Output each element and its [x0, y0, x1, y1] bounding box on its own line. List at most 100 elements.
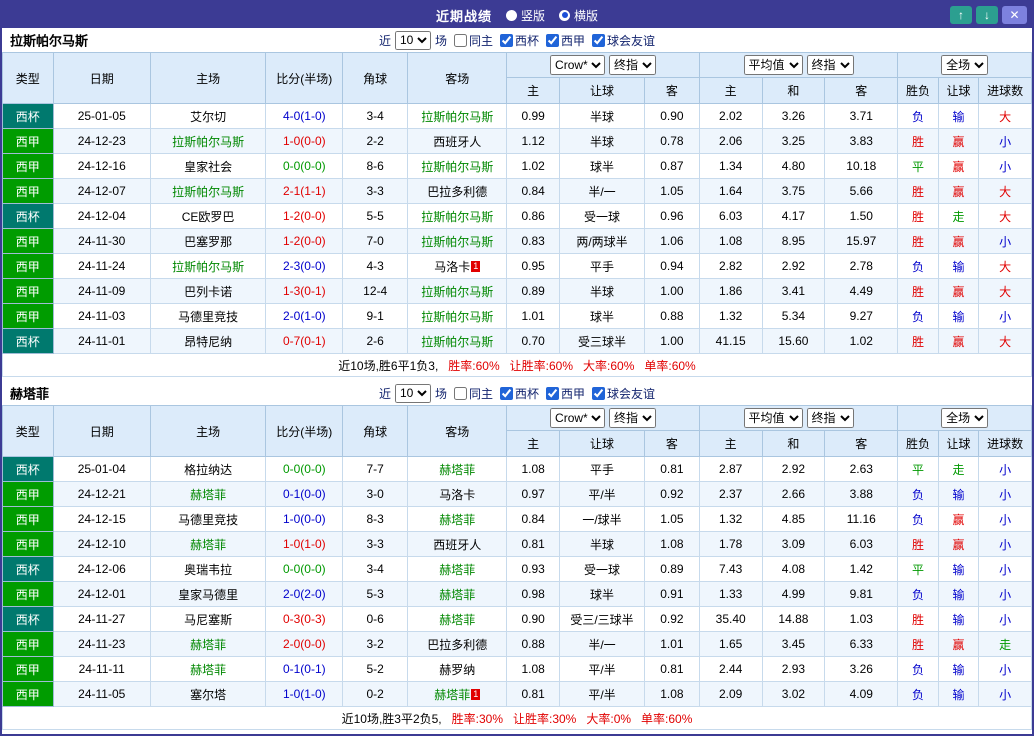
away-team-cell: 巴拉多利德 [407, 178, 508, 204]
odds-group-header: 全场 [897, 405, 1032, 431]
sub-column-header: 胜负 [897, 430, 939, 457]
sub-column-header: 胜负 [897, 77, 939, 104]
filter-checkbox-input[interactable] [592, 33, 606, 47]
sub-column-header: 让球 [558, 430, 646, 457]
layout-radio-vertical[interactable]: 竖版 [505, 7, 545, 24]
close-button[interactable]: ✕ [1002, 6, 1027, 24]
away-team-cell: 赫罗纳 [407, 656, 508, 682]
sub-column-header: 让球 [558, 77, 646, 104]
goals-result-cell: 大 [978, 278, 1032, 304]
avg-home-odds: 1.78 [698, 531, 763, 557]
league-cell: 西甲 [2, 278, 54, 304]
home-team-cell: 拉斯帕尔马斯 [149, 253, 267, 279]
scope-select[interactable]: 全场 [941, 408, 989, 428]
avg-away-odds: 3.88 [824, 481, 899, 507]
filter-checkbox-2[interactable]: 西甲 [546, 385, 585, 402]
filter-checkbox-input[interactable] [546, 386, 560, 400]
match-row: 西甲 24-11-11 赫塔菲 0-1(0-1) 5-2 赫罗纳 1.08 平/半 0.81 2.… [2, 656, 1032, 682]
handicap-home-odds: 0.70 [506, 328, 560, 354]
sub-column-header: 和 [761, 77, 826, 104]
score-cell: 0-0(0-0) [265, 153, 344, 179]
final-odds-select[interactable]: 终指 [806, 408, 854, 428]
radio-vertical-label: 竖版 [520, 8, 545, 23]
handicap-line: 两/两球半 [558, 228, 646, 254]
move-down-button[interactable]: ↓ [976, 6, 998, 24]
goals-result-cell: 小 [978, 556, 1032, 582]
titlebar-buttons: ↑ ↓ ✕ [950, 6, 1027, 24]
filter-checkbox-input[interactable] [453, 33, 467, 47]
final-odds-select[interactable]: 终指 [609, 55, 657, 75]
handicap-line: 受三/三球半 [558, 606, 646, 632]
recent-count-select[interactable]: 10 [394, 383, 431, 403]
corners-cell: 5-3 [342, 581, 409, 607]
filter-checkbox-0[interactable]: 同主 [453, 32, 493, 49]
avg-draw-odds: 4.99 [761, 581, 826, 607]
handicap-away-odds: 1.00 [644, 278, 700, 304]
average-select[interactable]: 平均值 [743, 408, 803, 428]
date-cell: 24-11-09 [52, 278, 151, 304]
date-cell: 24-12-06 [52, 556, 151, 582]
handicap-away-odds: 1.05 [644, 178, 700, 204]
score-cell: 0-3(0-3) [265, 606, 344, 632]
date-cell: 24-12-04 [52, 203, 151, 229]
move-up-button[interactable]: ↑ [950, 6, 972, 24]
team-name-text: 拉斯帕尔马斯 [421, 334, 494, 349]
handicap-line: 受一球 [558, 556, 646, 582]
result-cell: 平 [897, 153, 939, 179]
away-team-cell: 西班牙人 [407, 128, 508, 154]
layout-radio-horizontal[interactable]: 横版 [559, 7, 598, 24]
match-row: 西杯 24-12-06 奥瑞韦拉 0-0(0-0) 3-4 赫塔菲 0.93 受一球 0.89 7… [2, 556, 1032, 582]
filter-checkbox-input[interactable] [500, 33, 513, 47]
filter-checkbox-3[interactable]: 球会友谊 [592, 385, 655, 402]
result-cell: 负 [897, 681, 939, 707]
avg-away-odds: 15.97 [824, 228, 899, 254]
filter-checkbox-0[interactable]: 同主 [453, 385, 493, 402]
result-cell: 胜 [897, 606, 939, 632]
score-cell: 1-3(0-1) [265, 278, 344, 304]
bookmaker-select[interactable]: Crow* [550, 55, 606, 75]
final-odds-select[interactable]: 终指 [806, 55, 854, 75]
filter-checkbox-input[interactable] [546, 33, 560, 47]
handicap-away-odds: 0.87 [644, 153, 700, 179]
team-name-text: 赫塔菲 [439, 587, 476, 602]
result-cell: 负 [897, 481, 939, 507]
date-cell: 24-11-05 [52, 681, 151, 707]
filter-checkbox-1[interactable]: 西杯 [500, 385, 539, 402]
score-cell: 0-0(0-0) [265, 556, 344, 582]
result-cell: 胜 [897, 631, 939, 657]
final-odds-select[interactable]: 终指 [609, 408, 657, 428]
column-header: 类型 [2, 52, 54, 104]
filter-checkbox-input[interactable] [453, 386, 467, 400]
filter-checkbox-3[interactable]: 球会友谊 [592, 32, 655, 49]
team-name-text: 拉斯帕尔马斯 [421, 309, 494, 324]
recent-count-select[interactable]: 10 [394, 30, 431, 50]
avg-draw-odds: 4.80 [761, 153, 826, 179]
filter-checkbox-input[interactable] [500, 386, 513, 400]
goals-result-cell: 小 [978, 681, 1032, 707]
team-name-text: 拉斯帕尔马斯 [421, 159, 494, 174]
avg-home-odds: 1.65 [698, 631, 763, 657]
handicap-line: 一/球半 [558, 506, 646, 532]
handicap-result-cell: 赢 [937, 328, 980, 354]
result-cell: 胜 [897, 278, 939, 304]
average-select[interactable]: 平均值 [743, 55, 803, 75]
scope-select[interactable]: 全场 [941, 55, 989, 75]
corners-cell: 7-0 [342, 228, 409, 254]
summary-stat: 胜率:30% [451, 711, 503, 726]
league-cell: 西甲 [2, 506, 54, 532]
corners-cell: 3-3 [342, 178, 409, 204]
score-cell: 2-0(2-0) [265, 581, 344, 607]
filter-checkbox-1[interactable]: 西杯 [500, 32, 539, 49]
away-team-cell: 拉斯帕尔马斯 [407, 228, 508, 254]
home-team-cell: 塞尔塔 [149, 681, 267, 707]
home-team-cell: 拉斯帕尔马斯 [149, 128, 267, 154]
handicap-result-cell: 输 [937, 606, 980, 632]
filter-checkbox-input[interactable] [592, 386, 606, 400]
avg-home-odds: 1.32 [698, 506, 763, 532]
corners-cell: 7-7 [342, 456, 409, 482]
avg-draw-odds: 4.85 [761, 506, 826, 532]
match-row: 西杯 24-12-04 CE欧罗巴 1-2(0-0) 5-5 拉斯帕尔马斯 0.86 受一球 0… [2, 203, 1032, 229]
bookmaker-select[interactable]: Crow* [550, 408, 606, 428]
filter-checkbox-2[interactable]: 西甲 [546, 32, 585, 49]
avg-draw-odds: 3.02 [761, 681, 826, 707]
